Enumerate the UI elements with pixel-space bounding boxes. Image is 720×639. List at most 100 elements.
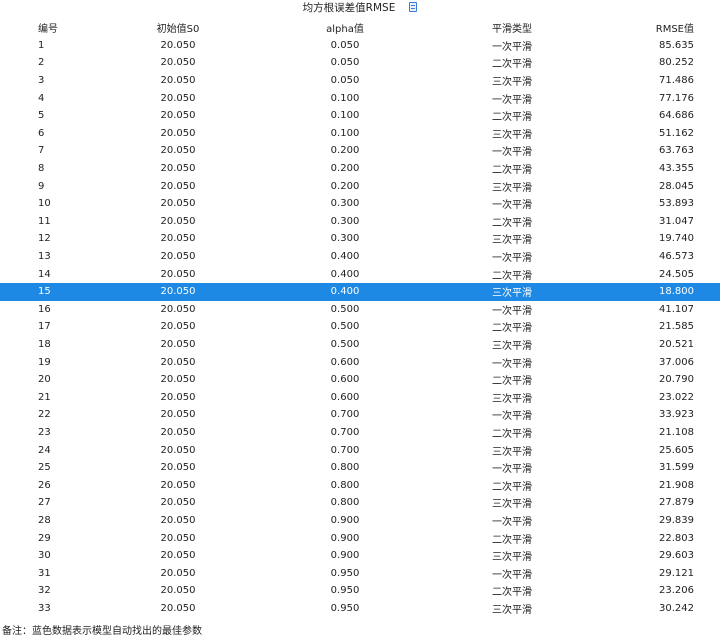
cell-id: 27 <box>38 497 51 509</box>
cell-initial-value: 20.050 <box>160 602 196 614</box>
cell-initial-value: 20.050 <box>160 303 196 315</box>
table-row[interactable]: 27 20.050 0.800 三次平滑 27.879 <box>0 494 720 512</box>
cell-id: 17 <box>38 321 51 333</box>
cell-id: 32 <box>38 585 51 597</box>
table-row[interactable]: 30 20.050 0.900 三次平滑 29.603 <box>0 547 720 565</box>
cell-alpha: 0.100 <box>330 110 360 122</box>
table-row[interactable]: 6 20.050 0.100 三次平滑 51.162 <box>0 125 720 143</box>
cell-rmse: 46.573 <box>659 251 694 263</box>
table-row[interactable]: 18 20.050 0.500 三次平滑 20.521 <box>0 336 720 354</box>
table-row[interactable]: 9 20.050 0.200 三次平滑 28.045 <box>0 177 720 195</box>
table-row[interactable]: 29 20.050 0.900 二次平滑 22.803 <box>0 529 720 547</box>
cell-alpha: 0.700 <box>330 409 360 421</box>
table-row[interactable]: 2 20.050 0.050 二次平滑 80.252 <box>0 54 720 72</box>
cell-initial-value: 20.050 <box>160 444 196 456</box>
table-row[interactable]: 28 20.050 0.900 一次平滑 29.839 <box>0 512 720 530</box>
cell-alpha: 0.700 <box>330 426 360 438</box>
cell-smoothing-type: 一次平滑 <box>492 358 532 370</box>
cell-smoothing-type: 二次平滑 <box>492 323 532 335</box>
table-row[interactable]: 14 20.050 0.400 二次平滑 24.505 <box>0 265 720 283</box>
cell-initial-value: 20.050 <box>160 321 196 333</box>
cell-initial-value: 20.050 <box>160 163 196 175</box>
footer-note: 备注：蓝色数据表示模型自动找出的最佳参数 <box>2 626 202 637</box>
header-rmse[interactable]: RMSE值 <box>602 19 720 37</box>
table-row[interactable]: 19 20.050 0.600 一次平滑 37.006 <box>0 353 720 371</box>
header-smoothing-type[interactable]: 平滑类型 <box>422 19 602 37</box>
cell-rmse: 21.585 <box>659 321 694 333</box>
table-row[interactable]: 4 20.050 0.100 一次平滑 77.176 <box>0 89 720 107</box>
cell-alpha: 0.400 <box>330 251 360 263</box>
cell-rmse: 29.121 <box>659 567 694 579</box>
cell-id: 16 <box>38 303 51 315</box>
cell-initial-value: 20.050 <box>160 39 196 51</box>
table-row[interactable]: 7 20.050 0.200 一次平滑 63.763 <box>0 142 720 160</box>
table-row[interactable]: 15 20.050 0.400 三次平滑 18.800 <box>0 282 720 301</box>
cell-id: 2 <box>38 57 45 69</box>
cell-id: 6 <box>38 127 45 139</box>
table-row[interactable]: 13 20.050 0.400 一次平滑 46.573 <box>0 248 720 266</box>
cell-rmse: 20.790 <box>659 374 694 386</box>
cell-alpha: 0.900 <box>330 550 360 562</box>
table-row[interactable]: 33 20.050 0.950 三次平滑 30.242 <box>0 600 720 618</box>
document-icon[interactable] <box>409 2 418 12</box>
cell-smoothing-type: 一次平滑 <box>492 569 532 581</box>
cell-smoothing-type: 三次平滑 <box>492 446 532 458</box>
header-alpha[interactable]: alpha值 <box>268 19 422 37</box>
table-row[interactable]: 24 20.050 0.700 三次平滑 25.605 <box>0 441 720 459</box>
table-row[interactable]: 21 20.050 0.600 三次平滑 23.022 <box>0 388 720 406</box>
cell-alpha: 0.100 <box>330 127 360 139</box>
table-row[interactable]: 20 20.050 0.600 二次平滑 20.790 <box>0 371 720 389</box>
cell-rmse: 18.800 <box>602 282 720 301</box>
cell-id: 5 <box>38 110 45 122</box>
cell-initial-value: 20.050 <box>160 233 196 245</box>
table-row[interactable]: 1 20.050 0.050 一次平滑 85.635 <box>0 37 720 55</box>
cell-id: 12 <box>38 233 51 245</box>
cell-rmse: 31.047 <box>659 215 694 227</box>
table-row[interactable]: 5 20.050 0.100 二次平滑 64.686 <box>0 107 720 125</box>
table-row[interactable]: 22 20.050 0.700 一次平滑 33.923 <box>0 406 720 424</box>
cell-id: 24 <box>38 444 51 456</box>
table-row[interactable]: 25 20.050 0.800 一次平滑 31.599 <box>0 459 720 477</box>
table-row[interactable]: 11 20.050 0.300 二次平滑 31.047 <box>0 213 720 231</box>
cell-initial-value: 20.050 <box>160 92 196 104</box>
cell-rmse: 41.107 <box>659 303 694 315</box>
table-row[interactable]: 32 20.050 0.950 二次平滑 23.206 <box>0 582 720 600</box>
cell-smoothing-type: 三次平滑 <box>492 77 532 89</box>
cell-rmse: 29.839 <box>659 514 694 526</box>
cell-initial-value: 20.050 <box>160 251 196 263</box>
cell-rmse: 37.006 <box>659 356 694 368</box>
cell-id: 18 <box>38 338 51 350</box>
cell-alpha: 0.600 <box>330 374 360 386</box>
cell-id: 13 <box>38 251 51 263</box>
table-row[interactable]: 8 20.050 0.200 二次平滑 43.355 <box>0 160 720 178</box>
cell-rmse: 53.893 <box>659 198 694 210</box>
table-row[interactable]: 31 20.050 0.950 一次平滑 29.121 <box>0 564 720 582</box>
table-row[interactable]: 16 20.050 0.500 一次平滑 41.107 <box>0 301 720 319</box>
cell-initial-value: 20.050 <box>160 374 196 386</box>
table-row[interactable]: 12 20.050 0.300 三次平滑 19.740 <box>0 230 720 248</box>
cell-rmse: 20.521 <box>659 338 694 350</box>
cell-rmse: 22.803 <box>659 532 694 544</box>
cell-initial-value: 20.050 <box>160 338 196 350</box>
header-id[interactable]: 编号 <box>0 19 88 37</box>
cell-smoothing-type: 一次平滑 <box>492 411 532 423</box>
cell-initial-value: 20.050 <box>160 127 196 139</box>
header-initial-value[interactable]: 初始值S0 <box>88 19 268 37</box>
cell-rmse: 19.740 <box>659 233 694 245</box>
cell-smoothing-type: 三次平滑 <box>492 393 532 405</box>
cell-smoothing-type: 二次平滑 <box>492 217 532 229</box>
cell-alpha: 0.050 <box>330 39 360 51</box>
table-row[interactable]: 26 20.050 0.800 二次平滑 21.908 <box>0 476 720 494</box>
cell-id: 4 <box>38 92 45 104</box>
table-row[interactable]: 3 20.050 0.050 三次平滑 71.486 <box>0 72 720 90</box>
table-row[interactable]: 10 20.050 0.300 一次平滑 53.893 <box>0 195 720 213</box>
cell-id: 1 <box>38 39 45 51</box>
cell-rmse: 25.605 <box>659 444 694 456</box>
cell-alpha: 0.950 <box>330 567 360 579</box>
cell-smoothing-type: 三次平滑 <box>492 182 532 194</box>
table-row[interactable]: 23 20.050 0.700 二次平滑 21.108 <box>0 424 720 442</box>
cell-id: 11 <box>38 215 51 227</box>
table-row[interactable]: 17 20.050 0.500 二次平滑 21.585 <box>0 318 720 336</box>
cell-alpha: 0.100 <box>330 92 360 104</box>
cell-alpha: 0.200 <box>330 145 360 157</box>
